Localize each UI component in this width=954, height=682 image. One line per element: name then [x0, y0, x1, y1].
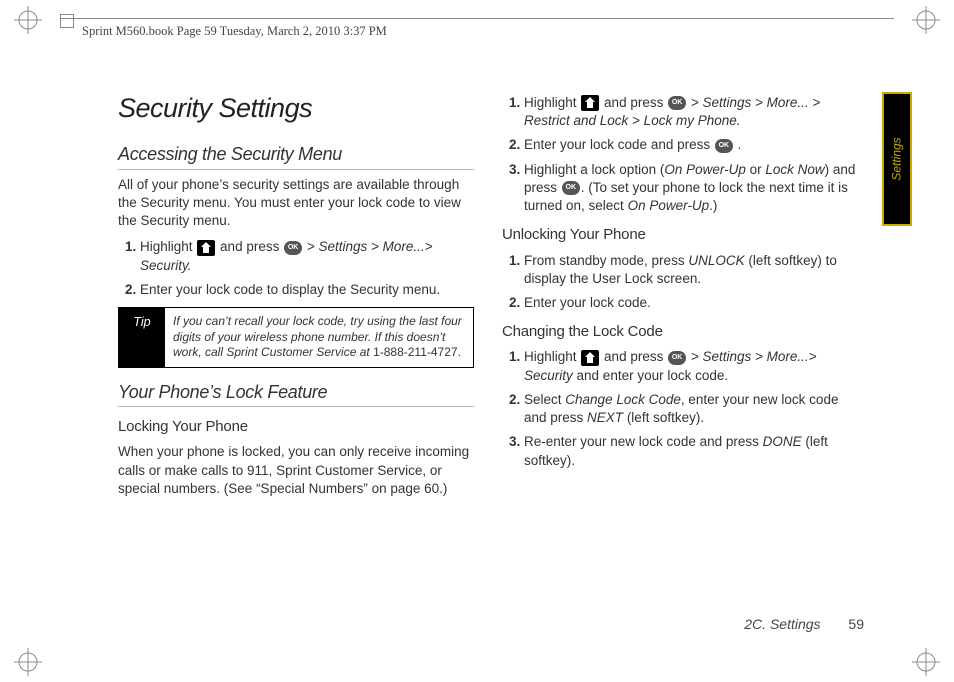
ok-icon: OK	[715, 139, 733, 153]
option-text: On Power-Up	[664, 162, 746, 177]
home-icon	[581, 95, 599, 111]
list-item: Enter your lock code.	[524, 294, 858, 312]
list-item: Select Change Lock Code, enter your new …	[524, 391, 858, 427]
step-text: Highlight a lock option (	[524, 162, 664, 177]
changing-steps: Highlight and press OK > Settings > More…	[502, 348, 858, 469]
softkey-label: DONE	[763, 434, 802, 449]
step-text: Enter your lock code and press	[524, 137, 714, 152]
step-text: .)	[709, 198, 717, 213]
ok-icon: OK	[668, 96, 686, 110]
section-accessing: Accessing the Security Menu	[118, 142, 474, 169]
locking-steps: Highlight and press OK > Settings > More…	[502, 94, 858, 215]
step-text: From standby mode, press	[524, 253, 688, 268]
option-text: On Power-Up	[628, 198, 710, 213]
crop-mark-icon	[14, 6, 42, 34]
step-text: and enter your lock code.	[573, 368, 728, 383]
softkey-label: NEXT	[587, 410, 623, 425]
step-text: or	[746, 162, 766, 177]
step-text: (left softkey).	[623, 410, 704, 425]
unlocking-steps: From standby mode, press UNLOCK (left so…	[502, 252, 858, 313]
side-tab-label: Settings	[890, 137, 904, 180]
tip-box: Tip If you can’t recall your lock code, …	[118, 307, 474, 368]
step-text: Re-enter your new lock code and press	[524, 434, 763, 449]
step-text: Highlight	[140, 239, 196, 254]
step-text: Highlight	[524, 349, 580, 364]
step-text: and press	[604, 95, 667, 110]
step-text: Select	[524, 392, 565, 407]
section-lock-feature: Your Phone’s Lock Feature	[118, 380, 474, 407]
page-header-text: Sprint M560.book Page 59 Tuesday, March …	[82, 24, 387, 39]
subsection-unlocking: Unlocking Your Phone	[502, 225, 858, 245]
list-item: Enter your lock code and press OK .	[524, 136, 858, 154]
menu-path: > Lock my Phone.	[628, 113, 740, 128]
footer-section: 2C. Settings	[744, 616, 820, 632]
crop-mark-icon	[912, 648, 940, 676]
ok-icon: OK	[284, 241, 302, 255]
page-content: Security Settings Accessing the Security…	[118, 90, 858, 506]
option-text: Lock Now	[765, 162, 824, 177]
ok-icon: OK	[668, 351, 686, 365]
page-title: Security Settings	[118, 90, 474, 126]
step-text: and press	[220, 239, 283, 254]
ok-icon: OK	[562, 181, 580, 195]
list-item: Re-enter your new lock code and press DO…	[524, 433, 858, 469]
subsection-changing: Changing the Lock Code	[502, 322, 858, 342]
tip-phone: 1-888-211-4727.	[373, 345, 461, 359]
tip-body: If you can’t recall your lock code, try …	[165, 308, 473, 367]
side-tab-settings: Settings	[882, 92, 912, 226]
header-rule	[60, 18, 894, 19]
list-item: Highlight and press OK > Settings > More…	[524, 348, 858, 384]
crop-mark-icon	[912, 6, 940, 34]
home-icon	[581, 350, 599, 366]
list-item: From standby mode, press UNLOCK (left so…	[524, 252, 858, 288]
locking-paragraph: When your phone is locked, you can only …	[118, 443, 474, 498]
crop-mark-icon	[14, 648, 42, 676]
header-box-icon	[60, 14, 74, 28]
page-footer: 2C. Settings 59	[744, 616, 864, 632]
intro-paragraph: All of your phone’s security settings ar…	[118, 176, 474, 231]
subsection-locking: Locking Your Phone	[118, 417, 474, 437]
step-text: and press	[604, 349, 667, 364]
home-icon	[197, 240, 215, 256]
softkey-label: UNLOCK	[688, 253, 744, 268]
step-text: .	[738, 137, 742, 152]
page-number: 59	[848, 616, 864, 632]
right-column: Highlight and press OK > Settings > More…	[502, 90, 858, 506]
list-item: Highlight and press OK > Settings > More…	[140, 238, 474, 274]
list-item: Enter your lock code to display the Secu…	[140, 281, 474, 299]
step-text: Highlight	[524, 95, 580, 110]
menu-path: Change Lock Code	[565, 392, 681, 407]
left-column: Security Settings Accessing the Security…	[118, 90, 474, 506]
list-item: Highlight a lock option (On Power-Up or …	[524, 161, 858, 216]
accessing-steps: Highlight and press OK > Settings > More…	[118, 238, 474, 299]
list-item: Highlight and press OK > Settings > More…	[524, 94, 858, 130]
tip-label: Tip	[119, 308, 165, 367]
